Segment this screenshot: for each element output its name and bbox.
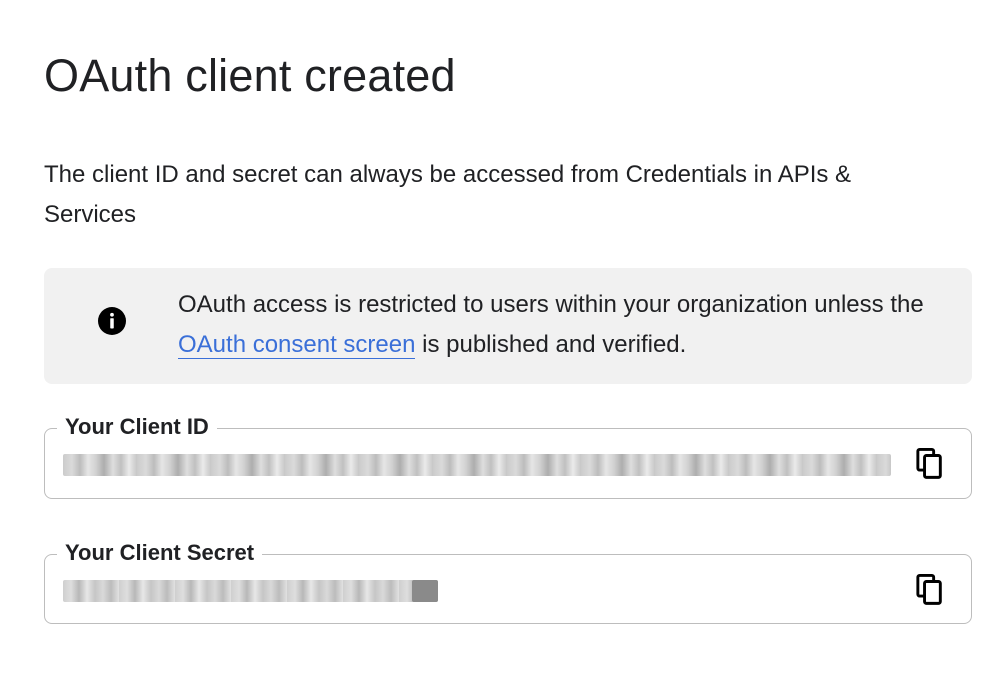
- client-secret-label: Your Client Secret: [57, 539, 263, 567]
- copy-icon[interactable]: [915, 447, 945, 481]
- client-secret-field: Your Client Secret: [44, 539, 972, 624]
- client-id-field: Your Client ID: [44, 413, 972, 499]
- credentials-description: The client ID and secret can always be a…: [44, 161, 852, 228]
- info-notice: OAuth access is restricted to users with…: [44, 268, 972, 384]
- notice-message: OAuth access is restricted to users with…: [178, 285, 938, 365]
- notice-text-before: OAuth access is restricted to users with…: [178, 291, 924, 318]
- info-icon: [98, 307, 126, 335]
- page-title: OAuth client created: [44, 50, 456, 101]
- oauth-client-created-dialog: OAuth client created The client ID and s…: [0, 0, 1008, 674]
- client-id-value-redacted[interactable]: [63, 454, 891, 476]
- client-id-label: Your Client ID: [57, 413, 217, 441]
- oauth-consent-screen-link[interactable]: OAuth consent screen: [178, 331, 416, 359]
- client-secret-value-redacted[interactable]: [63, 580, 438, 602]
- copy-icon[interactable]: [915, 573, 945, 607]
- notice-text-after: is published and verified.: [415, 331, 687, 358]
